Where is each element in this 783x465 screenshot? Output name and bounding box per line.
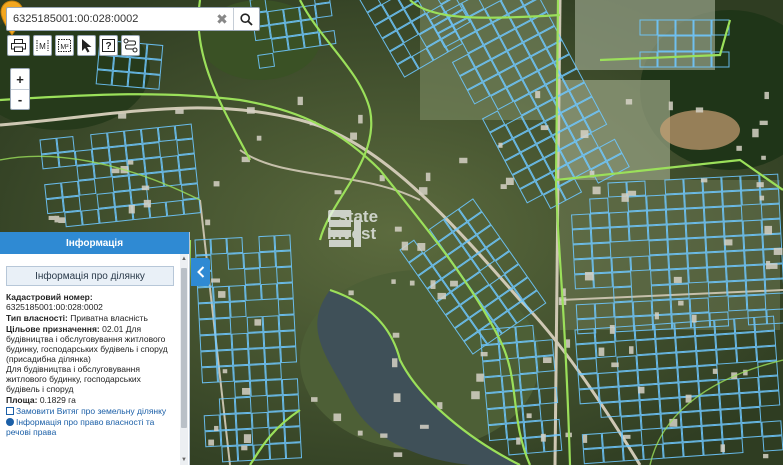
zoom-out-button[interactable]: - — [11, 89, 29, 109]
ownership-type-label: Тип власності: — [6, 313, 68, 323]
collapse-panel-button[interactable] — [191, 258, 210, 286]
ownership-rights-link[interactable]: Інформація про право власності та речові… — [6, 417, 174, 437]
zoom-control: + - — [10, 68, 30, 110]
svg-text:M: M — [39, 42, 46, 51]
cadastral-number-label: Кадастровий номер: — [6, 292, 93, 302]
info-panel: Інформація Інформація про ділянку Кадаст… — [0, 232, 190, 465]
route-button[interactable] — [121, 35, 140, 56]
parcel-info-section-title: Інформація про ділянку — [6, 266, 174, 286]
measure-area-icon: M² — [58, 39, 71, 52]
printer-icon — [11, 39, 26, 52]
cursor-icon — [81, 39, 91, 53]
ownership-rights-link-text: Інформація про право власності та речові… — [6, 417, 155, 437]
measure-area-button[interactable]: M² — [55, 35, 74, 56]
area-value: 0.1829 га — [39, 395, 76, 405]
cadastral-search-input[interactable] — [7, 8, 211, 30]
select-cursor-button[interactable] — [77, 35, 96, 56]
measure-distance-icon: M — [36, 40, 49, 51]
svg-text:?: ? — [105, 41, 111, 52]
area-label: Площа: — [6, 395, 38, 405]
scrollbar-thumb[interactable] — [181, 268, 187, 428]
search-icon — [240, 12, 253, 26]
svg-text:M²: M² — [60, 44, 69, 51]
cadastral-number-value: 6325185001:00:028:0002 — [6, 302, 103, 312]
route-icon — [123, 38, 138, 53]
map-toolbar: M M² ? — [7, 35, 140, 57]
zoom-in-button[interactable]: + — [11, 69, 29, 89]
info-panel-header: Інформація — [0, 232, 189, 254]
print-button[interactable] — [7, 35, 30, 56]
order-extract-link[interactable]: Замовити Витяг про земельну ділянку — [6, 406, 174, 416]
chevron-left-icon — [196, 266, 204, 278]
parcel-details: Кадастровий номер: 6325185001:00:028:000… — [6, 292, 174, 437]
land-purpose-description: Для будівництва і обслуговування житлово… — [6, 364, 141, 394]
land-purpose-label: Цільове призначення: — [6, 324, 100, 334]
info-icon — [6, 418, 14, 426]
order-extract-link-text: Замовити Витяг про земельну ділянку — [16, 406, 167, 416]
scroll-up-arrow-icon[interactable]: ▲ — [180, 254, 188, 264]
search-button[interactable] — [233, 8, 259, 30]
help-icon: ? — [102, 39, 115, 52]
info-panel-scrollbar[interactable]: ▲ ▼ — [180, 254, 188, 465]
estate-invest-watermark: Estate Invest — [327, 208, 378, 247]
clear-search-icon[interactable]: ✖ — [211, 8, 233, 30]
cadastral-search-box: ✖ — [6, 7, 260, 31]
scroll-down-arrow-icon[interactable]: ▼ — [180, 455, 188, 465]
info-panel-body: Інформація про ділянку Кадастровий номер… — [0, 254, 180, 465]
help-button[interactable]: ? — [99, 35, 118, 56]
document-icon — [6, 407, 14, 415]
ownership-type-value: Приватна власність — [70, 313, 148, 323]
building-logo-icon — [329, 210, 361, 247]
measure-distance-button[interactable]: M — [33, 35, 52, 56]
